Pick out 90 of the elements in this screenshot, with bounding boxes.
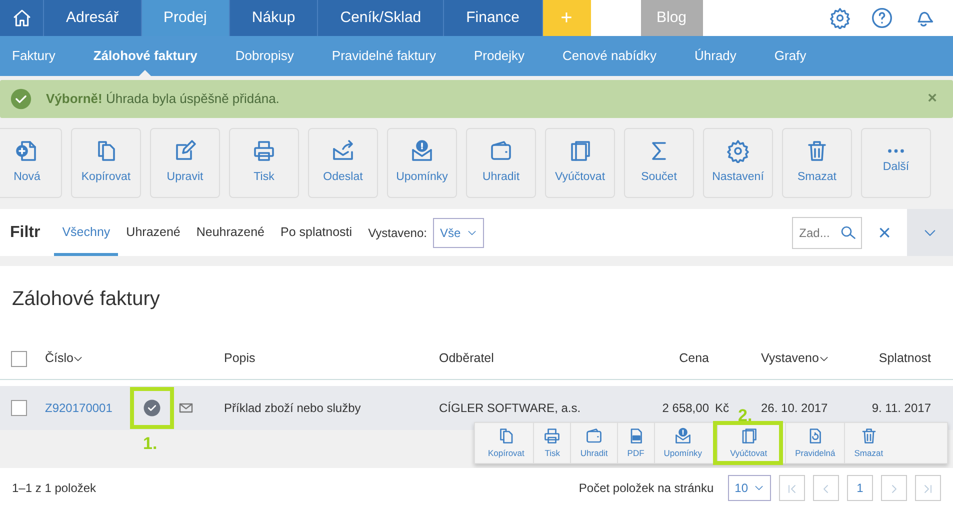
- toolbar-button[interactable]: Vyúčtovat: [545, 128, 615, 198]
- first-page-button[interactable]: [779, 475, 805, 501]
- row-action-button[interactable]: Uhradit: [570, 423, 617, 463]
- sub-nav-tab[interactable]: Dobropisy: [216, 36, 313, 76]
- filter-tab[interactable]: Všechny: [54, 208, 118, 256]
- sub-nav-tab[interactable]: Grafy: [755, 36, 826, 76]
- wallet-icon: [585, 426, 604, 445]
- table-cell-text: Příklad zboží nebo služby: [224, 400, 362, 417]
- page-title: Zálohové faktury: [0, 266, 953, 328]
- column-header: Cena: [678, 350, 709, 368]
- filter-tab[interactable]: Neuhrazené: [188, 208, 272, 256]
- row-action-button[interactable]: PDF: [616, 423, 654, 463]
- sub-nav-tab[interactable]: Zálohové faktury: [74, 36, 216, 76]
- column-header: Popis: [224, 350, 256, 368]
- toolbar-button[interactable]: Uhradit: [466, 128, 536, 198]
- column-header: Splatnost: [878, 350, 931, 368]
- next-page-button[interactable]: [881, 475, 907, 501]
- sub-nav-tab[interactable]: Faktury: [12, 36, 74, 76]
- sub-nav-tab[interactable]: Prodejky: [454, 36, 544, 76]
- column-header: Odběratel: [439, 350, 495, 368]
- select-all-checkbox[interactable]: [11, 350, 27, 366]
- toolbar-button[interactable]: Součet: [624, 128, 694, 198]
- more-icon: [888, 149, 904, 154]
- page-size-select[interactable]: 10: [728, 475, 771, 501]
- sub-nav-tab[interactable]: Pravidelné faktury: [312, 36, 455, 76]
- filter-tab[interactable]: Po splatnosti: [272, 208, 360, 256]
- table-cell-text: Kč: [715, 400, 730, 417]
- row-checkbox[interactable]: [11, 400, 27, 416]
- sub-nav-tab[interactable]: Cenové nabídky: [544, 36, 676, 76]
- toolbar-button[interactable]: Kopírovat: [71, 128, 141, 198]
- table-cell-text: 2 658,00: [661, 400, 709, 417]
- expand-filter-button[interactable]: [907, 209, 953, 256]
- toolbar-button[interactable]: Další: [861, 128, 931, 198]
- first-page-icon: [786, 482, 798, 495]
- table-cell-text: CÍGLER SOFTWARE, a.s.: [439, 400, 582, 417]
- row-action-button[interactable]: Vyúčtovat: [717, 425, 780, 461]
- filter-tab[interactable]: Uhrazené: [118, 208, 188, 256]
- search-field[interactable]: Zad...: [792, 216, 862, 248]
- printer-icon: [252, 139, 276, 164]
- toolbar-button[interactable]: Nastavení: [703, 128, 773, 198]
- row-action-button[interactable]: Pravidelná: [785, 423, 844, 463]
- toolbar-button[interactable]: Tisk: [229, 128, 299, 198]
- envelope-alert-icon: [674, 426, 692, 445]
- toolbar-button[interactable]: Odeslat: [308, 128, 378, 198]
- issued-select[interactable]: Vše: [432, 218, 484, 248]
- issued-label: Vystaveno:: [368, 224, 427, 242]
- invoice-link[interactable]: Z920170001: [45, 399, 131, 417]
- settings-icon: [726, 139, 750, 164]
- trash-icon: [860, 426, 878, 445]
- row-action-button[interactable]: Kopírovat: [479, 423, 534, 463]
- item-count: 1–1 z 1 položek: [12, 480, 96, 497]
- alert-message: Výborně! Úhrada byla úspěšně přidána.: [46, 90, 280, 108]
- step-annotation: 2.: [738, 407, 752, 424]
- printer-icon: [543, 426, 562, 445]
- page-button[interactable]: 1: [847, 475, 873, 501]
- home-icon: [12, 8, 32, 28]
- binder-icon: [740, 426, 758, 445]
- nav-tab[interactable]: Prodej: [142, 0, 230, 36]
- filter-title: Filtr: [10, 222, 40, 242]
- row-action-button[interactable]: Smazat: [844, 423, 892, 463]
- last-page-icon: [922, 482, 934, 495]
- toolbar-button[interactable]: Upravit: [150, 128, 220, 198]
- previous-page-button[interactable]: [813, 475, 839, 501]
- table-cell-text: 26. 10. 2017: [761, 400, 829, 417]
- search-icon: [839, 224, 858, 242]
- blog-button[interactable]: Blog: [640, 0, 702, 36]
- toolbar-button[interactable]: Smazat: [782, 128, 852, 198]
- settings-icon: [829, 7, 851, 29]
- page-size-label: Počet položek na stránku: [578, 480, 714, 497]
- chevron-down-icon: [754, 483, 764, 493]
- paid-check-icon: [143, 399, 161, 417]
- close-button[interactable]: ×: [922, 86, 943, 112]
- sub-nav-tab[interactable]: Úhrady: [676, 36, 756, 76]
- envelope-alert-icon: [410, 139, 434, 164]
- last-page-button[interactable]: [915, 475, 941, 501]
- help-icon: [871, 7, 893, 29]
- table-cell-text: 9. 11. 2017: [870, 400, 931, 417]
- check-circle-icon: [10, 88, 32, 110]
- trash-icon: [805, 139, 829, 164]
- clear-filter-button[interactable]: ×: [872, 215, 897, 250]
- row-action-button[interactable]: Tisk: [533, 423, 570, 463]
- document-plus-icon: [15, 139, 39, 164]
- row-action-button[interactable]: Upomínky: [654, 423, 712, 463]
- column-header[interactable]: Číslo: [45, 349, 131, 368]
- column-header[interactable]: Vystaveno: [761, 349, 861, 368]
- copy-icon: [497, 426, 516, 445]
- binder-icon: [568, 139, 592, 164]
- toolbar-button[interactable]: Upomínky: [387, 128, 457, 198]
- toolbar-button[interactable]: Nová: [0, 128, 62, 198]
- step-annotation: 1.: [143, 435, 158, 452]
